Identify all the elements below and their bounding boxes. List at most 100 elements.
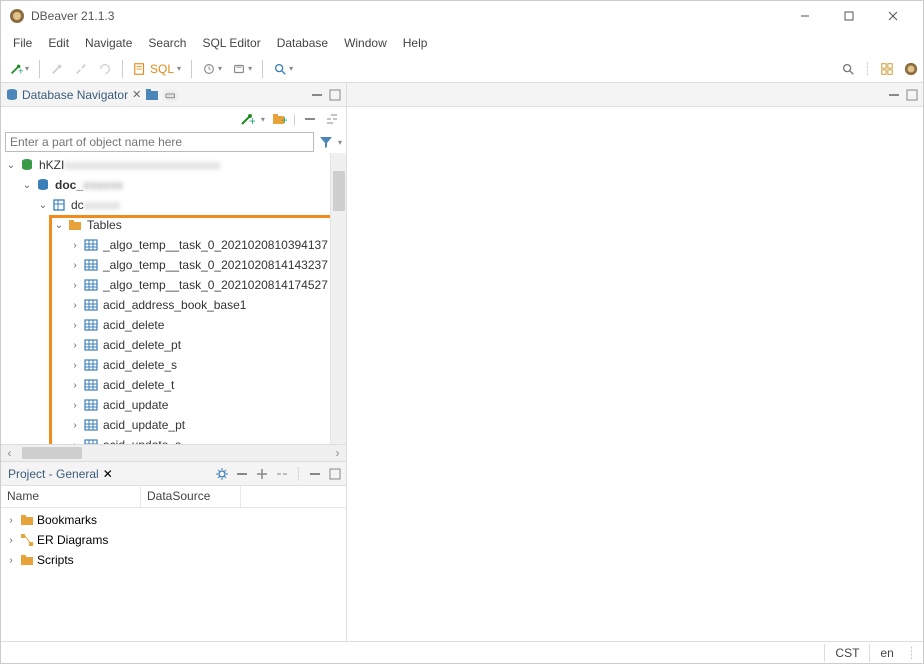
tree-row-bookmarks[interactable]: › Bookmarks: [5, 510, 342, 530]
new-connection-icon[interactable]: +: [239, 111, 255, 127]
expand-icon[interactable]: ›: [69, 340, 81, 351]
chevron-down-icon[interactable]: ▾: [338, 138, 342, 147]
commit-button[interactable]: ▾: [198, 60, 226, 78]
maximize-button[interactable]: [827, 2, 871, 30]
status-lang[interactable]: en: [869, 644, 903, 662]
connect-button[interactable]: [46, 60, 68, 78]
project-tree[interactable]: › Bookmarks › ER Diagrams › Scripts: [1, 508, 346, 572]
tree-row-table[interactable]: ›acid_delete_pt: [1, 335, 346, 355]
link-editor-icon[interactable]: [324, 111, 340, 127]
expand-icon[interactable]: ›: [69, 420, 81, 431]
minimize-panel-icon[interactable]: [308, 467, 322, 481]
expand-icon[interactable]: ⌄: [53, 220, 65, 231]
menu-file[interactable]: File: [5, 32, 40, 54]
new-connection-button[interactable]: + ▾: [5, 60, 33, 78]
table-label: acid_update_pt: [101, 418, 185, 432]
expand-icon[interactable]: ›: [69, 240, 81, 251]
filter-input[interactable]: [5, 132, 314, 152]
tree-row-table[interactable]: ›_algo_temp__task_0_2021020814143237: [1, 255, 346, 275]
schema-icon: [51, 197, 67, 213]
close-icon[interactable]: ✕: [132, 88, 141, 101]
tree-row-table[interactable]: ›acid_delete_t: [1, 375, 346, 395]
expand-icon[interactable]: ›: [5, 515, 17, 526]
expand-icon[interactable]: ⌄: [5, 160, 17, 171]
menu-navigate[interactable]: Navigate: [77, 32, 140, 54]
projects-tab-icon[interactable]: [145, 88, 159, 102]
menu-database[interactable]: Database: [269, 32, 336, 54]
maximize-panel-icon[interactable]: [328, 467, 342, 481]
reconnect-button[interactable]: [94, 60, 116, 78]
perspective-button[interactable]: [879, 61, 895, 77]
minimize-panel-icon[interactable]: [310, 88, 324, 102]
disconnect-button[interactable]: [70, 60, 92, 78]
expand-icon[interactable]: ⌄: [37, 200, 49, 211]
tree-row-table[interactable]: ›acid_update: [1, 395, 346, 415]
tree-row-table[interactable]: ›acid_delete_s: [1, 355, 346, 375]
menubar: File Edit Navigate Search SQL Editor Dat…: [1, 31, 923, 55]
menu-search[interactable]: Search: [140, 32, 194, 54]
col-name[interactable]: Name: [1, 486, 141, 507]
menu-sql-editor[interactable]: SQL Editor: [194, 32, 268, 54]
tree-row-scripts[interactable]: › Scripts: [5, 550, 342, 570]
expand-icon[interactable]: ›: [69, 300, 81, 311]
project-tab[interactable]: Project - General: [5, 467, 99, 481]
collapse-all-icon[interactable]: [302, 111, 318, 127]
expand-icon[interactable]: ›: [69, 280, 81, 291]
rollback-button[interactable]: ▾: [228, 60, 256, 78]
collapse-icon[interactable]: [235, 467, 249, 481]
chevron-down-icon[interactable]: ▾: [261, 115, 265, 124]
minimize-button[interactable]: [783, 2, 827, 30]
expand-icon[interactable]: ⌄: [21, 180, 33, 191]
close-button[interactable]: [871, 2, 915, 30]
tree-row-table[interactable]: › _algo_temp__task_0_2021020814174527: [1, 275, 346, 295]
dbeaver-perspective-icon[interactable]: [903, 61, 919, 77]
expand-icon[interactable]: ›: [69, 400, 81, 411]
funnel-icon[interactable]: [318, 134, 334, 150]
tree-row-table[interactable]: › acid_update_pt: [1, 415, 346, 435]
tree-row-schema[interactable]: ⌄ dc xxxxxx: [1, 195, 346, 215]
tree-row-table[interactable]: ›acid_update_s: [1, 435, 346, 444]
sql-editor-button[interactable]: SQL ▾: [129, 60, 185, 78]
search-icon[interactable]: [840, 61, 856, 77]
navigator-tab[interactable]: Database Navigator: [5, 88, 128, 102]
tree-row-table[interactable]: ›acid_delete: [1, 315, 346, 335]
other-tab-icon[interactable]: ▭: [163, 88, 177, 102]
menu-help[interactable]: Help: [395, 32, 436, 54]
scroll-right-icon[interactable]: ›: [329, 445, 346, 462]
tree-row-tables-folder[interactable]: ⌄ Tables: [1, 215, 346, 235]
link-icon[interactable]: [275, 467, 289, 481]
gear-icon[interactable]: [215, 467, 229, 481]
er-diagrams-label: ER Diagrams: [37, 533, 108, 547]
minimize-panel-icon[interactable]: [887, 88, 901, 102]
expand-icon[interactable]: ›: [69, 380, 81, 391]
expand-icon[interactable]: ›: [69, 260, 81, 271]
expand-icon[interactable]: ›: [5, 535, 17, 546]
expand-icon[interactable]: ›: [69, 360, 81, 371]
table-icon: [83, 437, 99, 444]
navigator-tree[interactable]: ⌄ hKZI xxxxxxxxxxxxxxxxxxxxxxxxxx ⌄ doc_…: [1, 153, 346, 444]
menu-edit[interactable]: Edit: [40, 32, 77, 54]
vertical-scrollbar[interactable]: [330, 153, 346, 444]
expand-icon[interactable]: ›: [69, 440, 81, 445]
add-icon[interactable]: [255, 467, 269, 481]
status-timezone[interactable]: CST: [824, 644, 869, 662]
maximize-panel-icon[interactable]: [905, 88, 919, 102]
expand-icon[interactable]: ›: [5, 555, 17, 566]
expand-icon[interactable]: ›: [69, 320, 81, 331]
folder-icon: [19, 512, 35, 528]
tree-row-connection[interactable]: ⌄ hKZI xxxxxxxxxxxxxxxxxxxxxxxxxx: [1, 155, 346, 175]
tree-row-table[interactable]: ›_algo_temp__task_0_2021020810394137: [1, 235, 346, 255]
tree-row-database[interactable]: ⌄ doc_ xxxxxx: [1, 175, 346, 195]
close-icon[interactable]: ✕: [103, 467, 113, 481]
scroll-left-icon[interactable]: ‹: [1, 445, 18, 462]
tree-row-table[interactable]: ›acid_address_book_base1: [1, 295, 346, 315]
maximize-panel-icon[interactable]: [328, 88, 342, 102]
menu-window[interactable]: Window: [336, 32, 395, 54]
search-button[interactable]: ▾: [269, 60, 297, 78]
tree-row-er-diagrams[interactable]: › ER Diagrams: [5, 530, 342, 550]
horizontal-scrollbar[interactable]: ‹ ›: [1, 444, 346, 461]
col-datasource[interactable]: DataSource: [141, 486, 241, 507]
new-folder-icon[interactable]: +: [271, 111, 287, 127]
table-label: _algo_temp__task_0_2021020814174527: [101, 278, 328, 292]
editor-panel-header: [347, 83, 923, 107]
